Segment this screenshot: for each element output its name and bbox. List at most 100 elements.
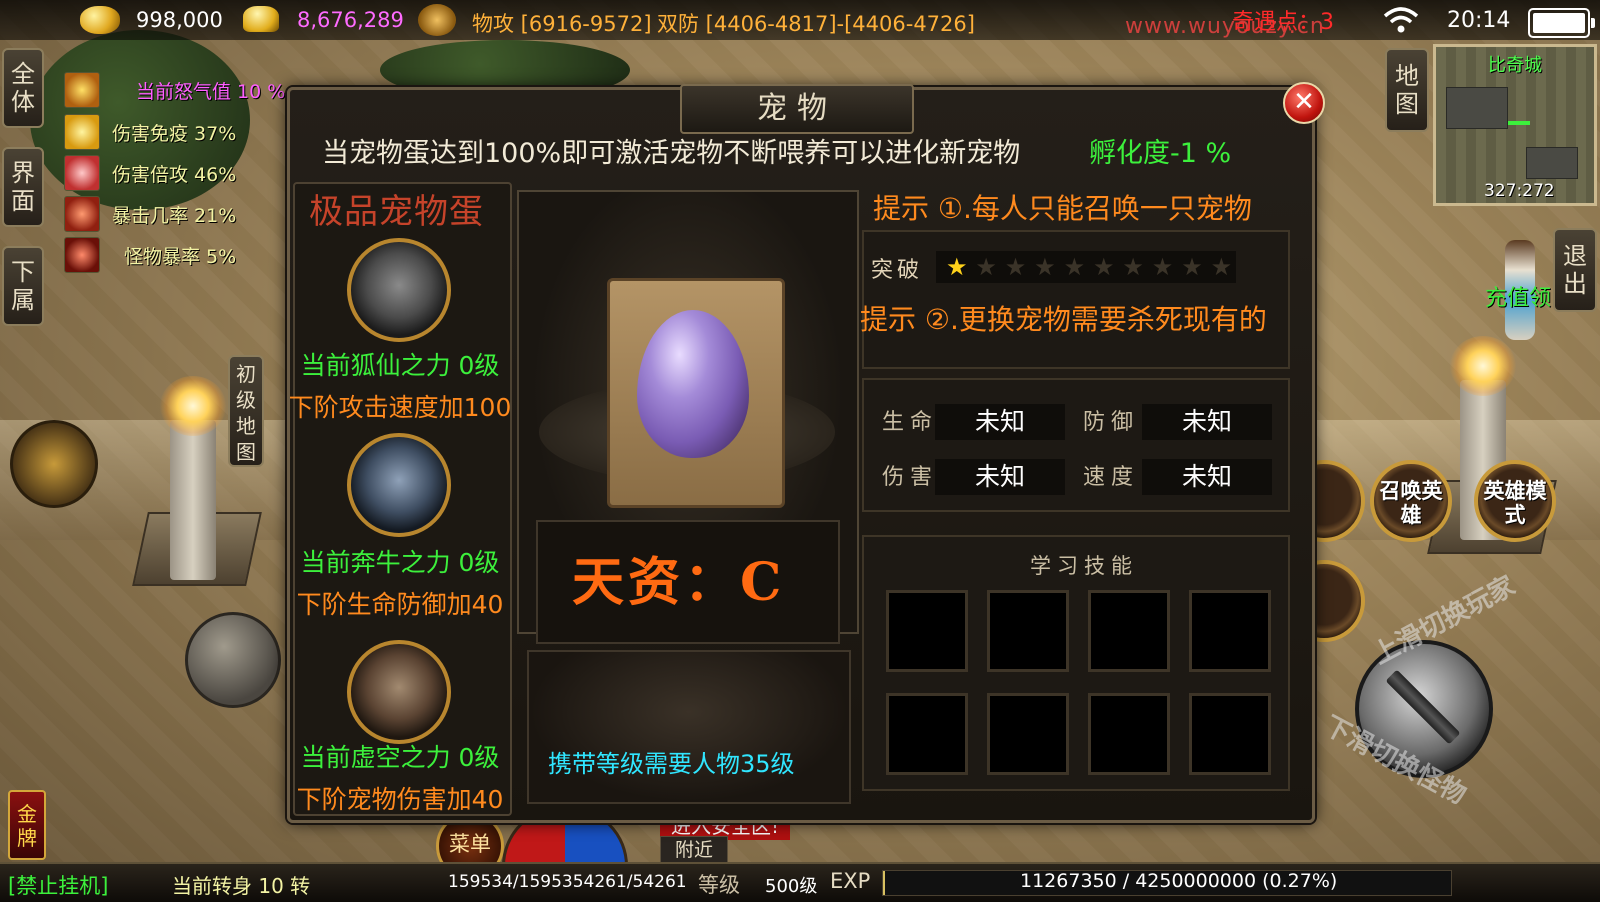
skill-slot[interactable]: [1189, 590, 1271, 672]
stat-def-label: 防御: [1083, 410, 1140, 435]
skill-slot[interactable]: [886, 590, 968, 672]
tip-one-pet: 提示 ①.每人只能召唤一只宠物: [873, 192, 1252, 225]
torch-pillar: [160, 376, 226, 580]
breakthrough-stars: ★ ★ ★ ★ ★ ★ ★ ★ ★ ★: [936, 251, 1236, 283]
pet-name: 当前虚空之力 0级: [300, 743, 500, 772]
level-value: 500级: [765, 876, 818, 897]
beginner-map-button[interactable]: 初级地图: [228, 355, 264, 467]
summon-hero-button[interactable]: 召唤英雄: [1370, 460, 1452, 542]
pet-bonus: 下阶攻击速度加100: [288, 393, 512, 422]
dual-defense: 双防 [4406-4817]-[4406-4726]: [657, 12, 975, 36]
hp-mp-values: 159534/1595354261/54261: [448, 872, 687, 892]
pet-aptitude: 天资：C: [572, 552, 786, 613]
skills-title: 学习技能: [1030, 554, 1138, 578]
pet-bonus: 下阶宠物伤害加40: [296, 785, 504, 814]
virtual-joystick[interactable]: [185, 612, 281, 708]
breakthrough-label: 突破: [871, 258, 924, 283]
buff-text: 怪物暴率 5%: [124, 245, 237, 268]
tab-interface[interactable]: 界面: [2, 147, 44, 227]
player-marker: [1508, 121, 1530, 125]
pet-list-title: 极品宠物蛋: [309, 192, 484, 232]
stat-dmg-value: 未知: [935, 459, 1065, 495]
skill-slot[interactable]: [987, 590, 1069, 672]
buff-damage-multiplier: 伤害倍攻 46%: [64, 155, 236, 191]
star-filled-icon: ★: [945, 253, 968, 281]
buff-monster-drop: 怪物暴率 5%: [64, 237, 236, 273]
map-tab-button[interactable]: 地图: [1385, 48, 1429, 132]
skill-slot[interactable]: [1088, 590, 1170, 672]
adventure-points: 奇遇点：3: [1232, 10, 1334, 35]
battery-icon: [1528, 8, 1595, 38]
rage-icon: [64, 72, 100, 108]
stat-spd-label: 速度: [1083, 465, 1140, 490]
hatch-progress: 孵化度-1 %: [1089, 138, 1232, 169]
star-empty-icon: ★: [975, 253, 997, 281]
multiplier-icon: [64, 155, 100, 191]
physical-attack: 物攻 [6916-9572]: [472, 12, 652, 36]
tab-subordinates[interactable]: 下属: [2, 246, 44, 326]
stat-spd-value: 未知: [1142, 459, 1272, 495]
map-city-name: 比奇城: [1488, 55, 1542, 76]
gold-amount: 998,000: [136, 8, 223, 32]
star-empty-icon: ★: [1210, 253, 1233, 281]
minimap[interactable]: 比奇城 327:272: [1433, 44, 1597, 206]
pet-avatar-fox[interactable]: [347, 238, 451, 342]
star-empty-icon: ★: [1063, 253, 1086, 281]
wifi-icon: [1383, 7, 1419, 33]
exp-value: 11267350 / 4250000000 (0.27%): [1020, 870, 1338, 892]
skill-slot[interactable]: [1088, 693, 1170, 775]
dialog-title: 宠物: [680, 84, 914, 134]
star-empty-icon: ★: [1004, 253, 1027, 281]
map-building: [1446, 87, 1508, 129]
recharge-npc-label[interactable]: 充值领: [1485, 280, 1551, 312]
stat-hp-value: 未知: [935, 404, 1065, 440]
buff-rage: 当前怒气值 10 %: [64, 72, 285, 108]
buff-text: 暴击几率 21%: [112, 204, 237, 227]
shield-icon: [64, 114, 100, 150]
map-coordinates: 327:272: [1484, 181, 1555, 201]
star-empty-icon: ★: [1151, 253, 1174, 281]
monster-icon: [64, 237, 100, 273]
exp-label: EXP: [830, 869, 871, 893]
hero-mode-button[interactable]: 英雄模式: [1474, 460, 1556, 542]
star-empty-icon: ★: [1181, 253, 1203, 281]
buff-text: 伤害免疫 37%: [112, 122, 237, 145]
pet-avatar-void[interactable]: [347, 640, 451, 744]
stat-def-value: 未知: [1142, 404, 1272, 440]
skill-slot[interactable]: [1189, 693, 1271, 775]
map-building: [1526, 147, 1578, 179]
buff-text: 当前怒气值 10 %: [136, 80, 286, 103]
ingot-amount: 8,676,289: [297, 8, 404, 32]
crit-icon: [64, 196, 100, 232]
skill-slot[interactable]: [886, 693, 968, 775]
carry-panel: [527, 650, 851, 804]
pet-avatar-bull[interactable]: [347, 433, 451, 537]
pet-name: 当前奔牛之力 0级: [300, 548, 500, 577]
nearby-tab[interactable]: 附近: [660, 836, 728, 864]
sword-icon: [1385, 669, 1461, 745]
skill-slot[interactable]: [987, 693, 1069, 775]
pet-name: 当前狐仙之力 0级: [300, 351, 500, 380]
stat-dmg-label: 伤害: [882, 465, 939, 490]
top-status-bar: 998,000 8,676,289 物攻 [6916-9572] 双防 [440…: [0, 0, 1600, 40]
gold-coin-icon: [80, 6, 120, 34]
stat-hp-label: 生命: [882, 410, 939, 435]
gold-ingot-icon: [243, 6, 279, 32]
star-empty-icon: ★: [1092, 253, 1115, 281]
buff-text: 伤害倍攻 46%: [112, 163, 237, 186]
pet-bonus: 下阶生命防御加40: [296, 590, 504, 619]
carry-level-requirement: 携带等级需要人物35级: [548, 750, 795, 778]
gold-medal-badge[interactable]: 金牌: [8, 790, 46, 860]
skill-round-button[interactable]: [10, 420, 98, 508]
level-label: 等级: [698, 873, 740, 897]
rebirth-count: 当前转身 10 转: [172, 874, 311, 898]
star-empty-icon: ★: [1122, 253, 1144, 281]
tab-all[interactable]: 全体: [2, 48, 44, 128]
no-afk-toggle[interactable]: [禁止挂机]: [8, 870, 108, 900]
exp-bar-fill: [883, 871, 885, 895]
close-button[interactable]: ✕: [1283, 82, 1325, 124]
bottom-status-bar: [禁止挂机] 当前转身 10 转 159534/1595354261/54261…: [0, 862, 1600, 902]
exit-button[interactable]: 退出: [1553, 228, 1597, 312]
buff-damage-immune: 伤害免疫 37%: [64, 114, 236, 150]
tip-change-pet: 提示 ②.更换宠物需要杀死现有的: [860, 303, 1267, 336]
